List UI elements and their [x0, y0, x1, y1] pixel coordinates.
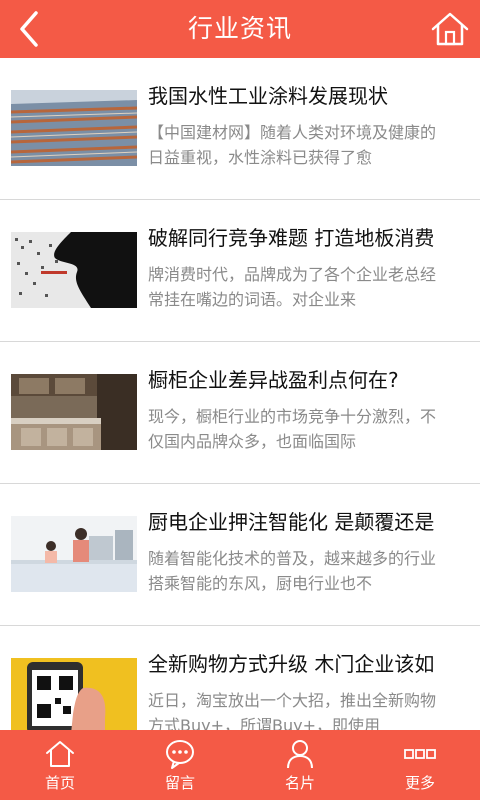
- hand-data-image: [11, 232, 137, 308]
- tab-label: 留言: [164, 774, 195, 792]
- article-summary: 牌消费时代，品牌成为了各个企业老总经常挂在嘴边的词语。对企业来: [148, 265, 437, 309]
- article-summary: 近日，淘宝放出一个大招，推出全新购物方式Buy+，所谓Buy+，即使用: [148, 691, 437, 730]
- article-item[interactable]: 破解同行竞争难题 打造地板消费 牌消费时代，品牌成为了各个企业老总经常挂在嘴边的…: [0, 200, 480, 342]
- article-list: 我国水性工业涂料发展现状 【中国建材网】随着人类对环境及健康的日益重视，水性涂料…: [0, 58, 480, 730]
- article-summary: 【中国建材网】随着人类对环境及健康的日益重视，水性涂料已获得了愈: [148, 123, 437, 167]
- page-title: 行业资讯: [187, 14, 292, 43]
- tab-more[interactable]: 更多: [360, 730, 480, 800]
- factory-roof-image: [11, 90, 137, 166]
- person-icon: [284, 738, 316, 770]
- article-summary: 随着智能化技术的普及，越来越多的行业搭乘智能的东风，厨电行业也不: [148, 549, 437, 593]
- tab-label: 更多: [404, 774, 435, 792]
- kitchen-image: [11, 374, 137, 450]
- phone-qr-image: [11, 658, 137, 730]
- tab-label: 首页: [44, 774, 75, 792]
- family-kitchen-image: [11, 516, 137, 592]
- article-item[interactable]: 全新购物方式升级 木门企业该如 近日，淘宝放出一个大招，推出全新购物方式Buy+…: [0, 626, 480, 730]
- article-title: 我国水性工业涂料发展现状: [148, 84, 388, 108]
- more-icon: [404, 738, 436, 770]
- article-item[interactable]: 厨电企业押注智能化 是颠覆还是 随着智能化技术的普及，越来越多的行业搭乘智能的东…: [0, 484, 480, 626]
- bottom-tab-bar: 首页 留言 名片 更多: [0, 730, 480, 800]
- tab-label: 名片: [284, 774, 315, 792]
- article-title: 橱柜企业差异战盈利点何在?: [148, 368, 399, 392]
- message-bubble-icon: [164, 738, 196, 770]
- article-item[interactable]: 我国水性工业涂料发展现状 【中国建材网】随着人类对环境及健康的日益重视，水性涂料…: [0, 58, 480, 200]
- tab-home[interactable]: 首页: [0, 730, 120, 800]
- article-summary: 现今，橱柜行业的市场竞争十分激烈，不仅国内品牌众多，也面临国际: [148, 407, 437, 451]
- article-title: 全新购物方式升级 木门企业该如: [148, 652, 435, 676]
- article-item[interactable]: 橱柜企业差异战盈利点何在? 现今，橱柜行业的市场竞争十分激烈，不仅国内品牌众多，…: [0, 342, 480, 484]
- article-title: 厨电企业押注智能化 是颠覆还是: [148, 510, 435, 534]
- article-title: 破解同行竞争难题 打造地板消费: [148, 226, 435, 250]
- home-icon[interactable]: [430, 10, 470, 48]
- tab-message[interactable]: 留言: [120, 730, 240, 800]
- header-bar: 行业资讯: [0, 0, 480, 58]
- home-icon: [44, 738, 76, 770]
- tab-card[interactable]: 名片: [240, 730, 360, 800]
